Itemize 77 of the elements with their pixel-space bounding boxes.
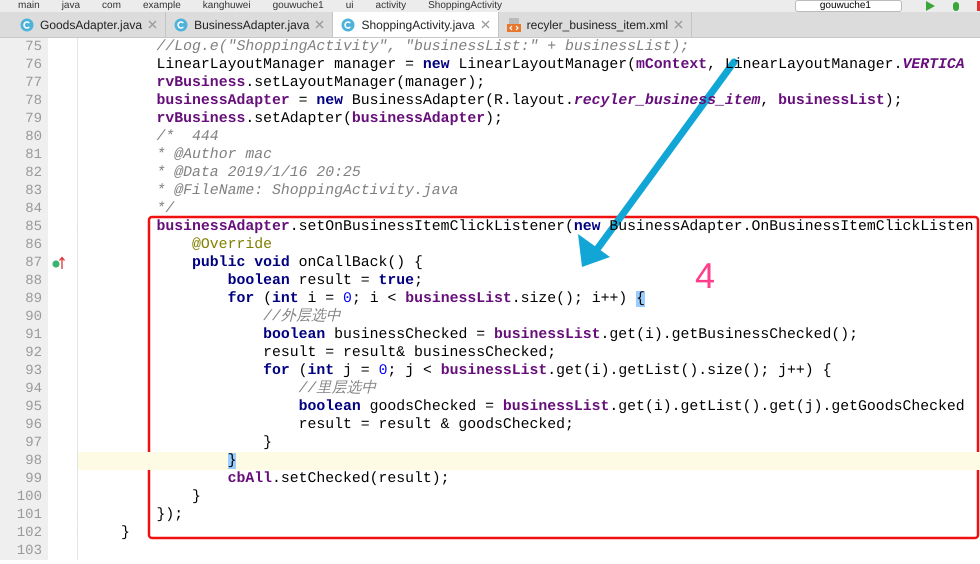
line-number: 98: [0, 452, 48, 470]
line-number: 92: [0, 344, 48, 362]
close-icon[interactable]: [148, 20, 158, 29]
breadcrumb-item[interactable]: ShoppingActivity: [428, 0, 502, 12]
code-line: for (int i = 0; i < businessList.size(); i++) {: [226, 290, 645, 308]
breadcrumb-item[interactable]: example: [142, 0, 181, 12]
code-line: @Override: [191, 236, 272, 254]
line-number: 75: [0, 38, 48, 56]
code-line: cbAll.setChecked(result);: [226, 470, 450, 488]
code-line: * @FileName: ShoppingActivity.java: [156, 182, 458, 200]
code-line: boolean goodsChecked = businessList.get(i).getList().get(j).getGoodsChecked: [298, 398, 965, 416]
breadcrumb-item[interactable]: java: [62, 0, 80, 12]
line-number: 78: [0, 92, 48, 110]
line-number: 79: [0, 110, 48, 128]
line-number: 82: [0, 164, 48, 182]
debug-icon[interactable]: [950, 0, 962, 12]
close-icon[interactable]: [315, 20, 324, 29]
code-line: //外层选中: [262, 308, 341, 326]
breadcrumb-item[interactable]: ui: [346, 0, 354, 12]
breadcrumb-item[interactable]: gouwuche1: [272, 0, 324, 12]
line-number: 77: [0, 74, 48, 92]
line-number: 83: [0, 182, 48, 200]
editor-tab[interactable]: ShoppingActivity.java: [333, 12, 499, 37]
line-number: 95: [0, 398, 48, 416]
code-line: }: [191, 488, 201, 506]
code-line: }: [121, 524, 130, 542]
line-number: 86: [0, 236, 48, 254]
java-class-icon: [341, 18, 356, 32]
breadcrumb-item[interactable]: com: [102, 0, 121, 12]
line-number: 91: [0, 326, 48, 344]
code-line: result = result & goodsChecked;: [298, 416, 574, 434]
code-line: boolean businessChecked = businessList.get(i).getBusinessChecked();: [262, 326, 858, 344]
code-line: */: [156, 200, 174, 218]
code-line: boolean result = true;: [226, 272, 423, 290]
line-number: 90: [0, 308, 48, 326]
breadcrumb-item[interactable]: kanghuwei: [202, 0, 251, 12]
xml-file-icon: [506, 18, 521, 32]
code-line: //Log.e("ShoppingActivity", "businessList:" + businessList);: [156, 38, 690, 56]
line-number: 100: [0, 488, 48, 506]
line-number: 99: [0, 470, 48, 488]
code-line: * @Data 2019/1/16 20:25: [156, 164, 361, 182]
code-line: }: [262, 434, 272, 452]
run-configuration-dropdown[interactable]: gouwuche1: [794, 0, 902, 12]
line-number: 101: [0, 506, 48, 524]
code-line: for (int j = 0; j < businessList.get(i).getList().size(); j++) {: [262, 362, 832, 380]
breadcrumb-item[interactable]: main: [18, 0, 40, 12]
editor-tab[interactable]: GoodsAdapter.java: [12, 12, 166, 37]
line-number: 85: [0, 218, 48, 236]
code-line: * @Author mac: [156, 146, 272, 164]
override-marker-icon[interactable]: [52, 256, 66, 270]
line-number: 81: [0, 146, 48, 164]
line-number: 84: [0, 200, 48, 218]
line-number: 97: [0, 434, 48, 452]
line-number: 89: [0, 290, 48, 308]
code-line: public void onCallBack() {: [191, 254, 423, 272]
line-number: 96: [0, 416, 48, 434]
close-icon[interactable]: [480, 20, 490, 29]
java-class-icon: [174, 18, 188, 32]
line-number: 94: [0, 380, 48, 398]
code-line: rvBusiness.setLayoutManager(manager);: [156, 74, 486, 92]
java-class-icon: [20, 18, 34, 32]
code-line: /* 444: [156, 128, 219, 146]
annotation-number: 4: [695, 258, 716, 294]
code-line: });: [156, 506, 184, 524]
line-number: 76: [0, 56, 48, 74]
line-number: 80: [0, 128, 48, 146]
code-line: result = result& businessChecked;: [262, 344, 556, 362]
line-number: 93: [0, 362, 48, 380]
line-number: 88: [0, 272, 48, 290]
line-number: 102: [0, 524, 48, 542]
editor-tab[interactable]: recyler_business_item.xml: [498, 12, 692, 37]
close-icon[interactable]: [674, 20, 684, 29]
line-number: 103: [0, 542, 48, 560]
code-line: rvBusiness.setAdapter(businessAdapter);: [156, 110, 503, 128]
line-number: 87: [0, 254, 48, 272]
breadcrumb-item[interactable]: activity: [376, 0, 406, 12]
code-line: //里层选中: [298, 380, 376, 398]
